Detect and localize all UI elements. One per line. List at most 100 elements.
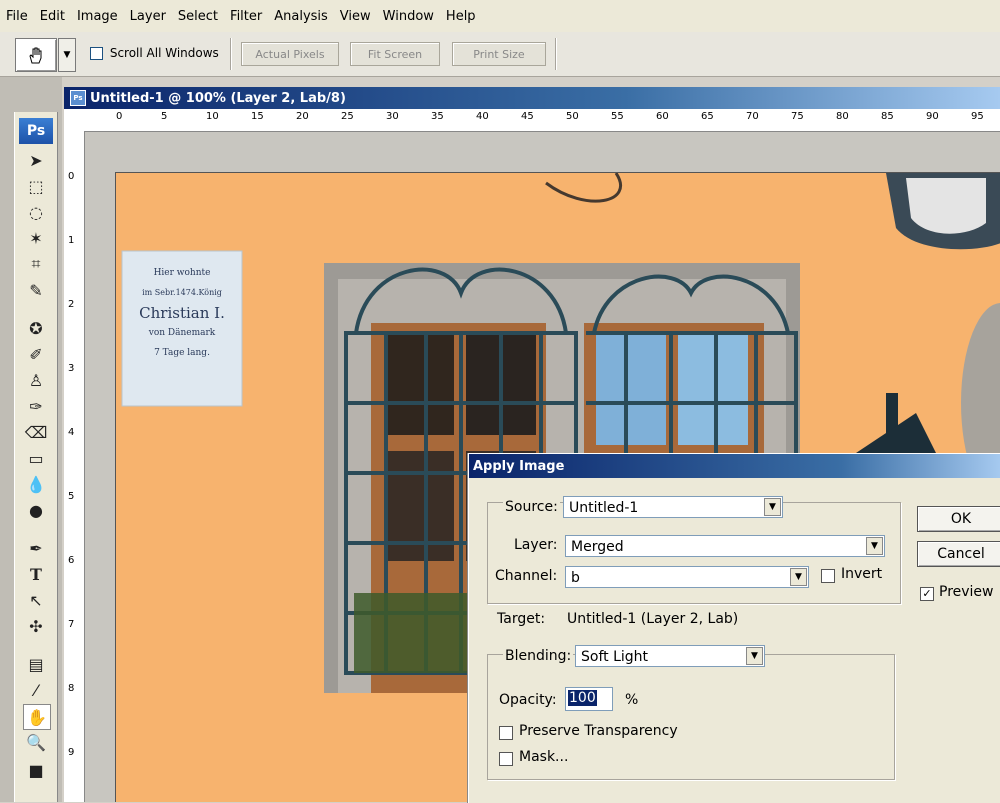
preserve-transparency-label: Preserve Transparency <box>519 723 678 739</box>
source-select[interactable]: Untitled-1 ▼ <box>563 496 783 518</box>
photoshop-logo[interactable]: Ps <box>19 118 53 144</box>
ruler-tick-label: 0 <box>68 171 75 182</box>
ruler-tick-label: 75 <box>791 111 804 122</box>
ruler-tick-label: 20 <box>296 111 309 122</box>
menu-layer[interactable]: Layer <box>124 9 172 24</box>
menu-image[interactable]: Image <box>71 9 124 24</box>
document-title: Untitled-1 @ 100% (Layer 2, Lab/8) <box>90 90 346 106</box>
preserve-transparency-checkbox[interactable] <box>499 726 513 740</box>
ruler-tick-label: 9 <box>68 747 75 758</box>
channel-label: Channel: <box>495 568 558 584</box>
move-tool-icon[interactable]: ➤ <box>23 148 49 172</box>
mask-checkbox[interactable] <box>499 752 513 766</box>
layer-value: Merged <box>571 539 624 555</box>
menu-analysis[interactable]: Analysis <box>268 9 334 24</box>
scroll-all-checkbox[interactable] <box>90 47 103 60</box>
blending-value: Soft Light <box>581 649 649 665</box>
layer-label: Layer: <box>514 537 558 553</box>
ok-button[interactable]: OK <box>917 506 1000 532</box>
actual-pixels-button[interactable]: Actual Pixels <box>241 42 339 66</box>
invert-label: Invert <box>841 566 883 582</box>
toolbox: Ps ➤ ⬚ ◌ ✶ ⌗ ✎ ✪ ✐ ♙ ✑ ⌫ ▭ 💧 ● ✒ T ↖ ✣ ▤… <box>14 112 58 802</box>
ruler-tick-label: 90 <box>926 111 939 122</box>
invert-checkbox[interactable] <box>821 569 835 583</box>
gradient-tool-icon[interactable]: ▭ <box>23 446 49 470</box>
eraser-tool-icon[interactable]: ⌫ <box>23 420 49 444</box>
menu-window[interactable]: Window <box>377 9 440 24</box>
custom-shape-tool-icon[interactable]: ✣ <box>23 614 49 638</box>
zoom-tool-icon[interactable]: 🔍 <box>23 730 49 754</box>
ruler-tick-label: 60 <box>656 111 669 122</box>
path-selection-tool-icon[interactable]: ↖ <box>23 588 49 612</box>
plaque-line: von Dänemark <box>148 328 216 338</box>
scroll-all-windows-option[interactable]: Scroll All Windows <box>90 46 219 60</box>
menu-filter[interactable]: Filter <box>224 9 268 24</box>
cancel-button[interactable]: Cancel <box>917 541 1000 567</box>
plaque-line: im Sebr.1474.König <box>142 288 222 297</box>
dialog-title[interactable]: Apply Image <box>469 454 1000 478</box>
eyedropper-slice-tool-icon[interactable]: ✎ <box>23 278 49 302</box>
opacity-input[interactable]: 100 <box>565 687 613 711</box>
source-value: Untitled-1 <box>569 500 639 516</box>
opacity-unit: % <box>625 692 639 708</box>
menu-select[interactable]: Select <box>172 9 224 24</box>
layer-select[interactable]: Merged ▼ <box>565 535 885 557</box>
preset-dropdown-arrow[interactable]: ▼ <box>58 38 76 72</box>
scroll-all-label: Scroll All Windows <box>109 46 219 60</box>
blending-label: Blending: <box>503 648 574 664</box>
type-tool-icon[interactable]: T <box>23 562 49 586</box>
blending-select[interactable]: Soft Light ▼ <box>575 645 765 667</box>
document-title-bar[interactable]: Ps Untitled-1 @ 100% (Layer 2, Lab/8) <box>64 87 1000 109</box>
vertical-ruler[interactable]: 0 1 2 3 4 5 6 7 8 9 <box>64 131 85 802</box>
preview-checkbox[interactable]: ✓ <box>920 587 934 601</box>
menu-file[interactable]: File <box>0 9 34 24</box>
clone-stamp-tool-icon[interactable]: ♙ <box>23 368 49 392</box>
ruler-tick-label: 30 <box>386 111 399 122</box>
options-bar: ▼ Scroll All Windows Actual Pixels Fit S… <box>0 32 1000 77</box>
ruler-tick-label: 55 <box>611 111 624 122</box>
fit-screen-button[interactable]: Fit Screen <box>350 42 440 66</box>
marquee-tool-icon[interactable]: ⬚ <box>23 174 49 198</box>
menu-view[interactable]: View <box>334 9 377 24</box>
dodge-tool-icon[interactable]: ● <box>23 498 49 522</box>
channel-value: b <box>571 570 580 586</box>
lasso-tool-icon[interactable]: ◌ <box>23 200 49 224</box>
ruler-tick-label: 80 <box>836 111 849 122</box>
plaque-line: Hier wohnte <box>153 268 211 278</box>
source-label: Source: <box>503 499 560 515</box>
notes-tool-icon[interactable]: ▤ <box>23 652 49 676</box>
ruler-tick-label: 85 <box>881 111 894 122</box>
print-size-button[interactable]: Print Size <box>452 42 546 66</box>
eyedropper-tool-icon[interactable]: ⁄ <box>23 678 49 702</box>
blur-tool-icon[interactable]: 💧 <box>23 472 49 496</box>
crop-tool-icon[interactable]: ⌗ <box>23 252 49 276</box>
pen-tool-icon[interactable]: ✒ <box>23 536 49 560</box>
hand-tool-preset-button[interactable] <box>15 38 57 72</box>
document-icon: Ps <box>70 90 86 106</box>
apply-image-dialog: Apply Image Source: Untitled-1 ▼ Layer: … <box>468 453 1000 803</box>
hand-tool-icon[interactable]: ✋ <box>23 704 51 730</box>
menu-help[interactable]: Help <box>440 9 482 24</box>
ruler-tick-label: 5 <box>161 111 168 122</box>
ruler-tick-label: 50 <box>566 111 579 122</box>
target-value: Untitled-1 (Layer 2, Lab) <box>567 611 739 627</box>
ruler-tick-label: 45 <box>521 111 534 122</box>
ruler-tick-label: 5 <box>68 491 75 502</box>
ruler-tick-label: 35 <box>431 111 444 122</box>
brush-tool-icon[interactable]: ✐ <box>23 342 49 366</box>
magic-wand-tool-icon[interactable]: ✶ <box>23 226 49 250</box>
healing-brush-tool-icon[interactable]: ✪ <box>23 316 49 340</box>
preview-label: Preview <box>939 584 994 600</box>
ruler-tick-label: 1 <box>68 235 75 246</box>
horizontal-ruler[interactable]: 0 5 10 15 20 25 30 35 40 45 50 55 60 65 70 75 80 85 90 95 <box>64 109 1000 132</box>
ruler-tick-label: 0 <box>116 111 123 122</box>
channel-select[interactable]: b ▼ <box>565 566 809 588</box>
ruler-tick-label: 7 <box>68 619 75 630</box>
ruler-tick-label: 25 <box>341 111 354 122</box>
menu-edit[interactable]: Edit <box>34 9 71 24</box>
history-brush-tool-icon[interactable]: ✑ <box>23 394 49 418</box>
ruler-tick-label: 10 <box>206 111 219 122</box>
chevron-down-icon: ▼ <box>764 498 781 516</box>
color-swatches-icon[interactable]: ■ <box>23 758 49 782</box>
ruler-tick-label: 40 <box>476 111 489 122</box>
